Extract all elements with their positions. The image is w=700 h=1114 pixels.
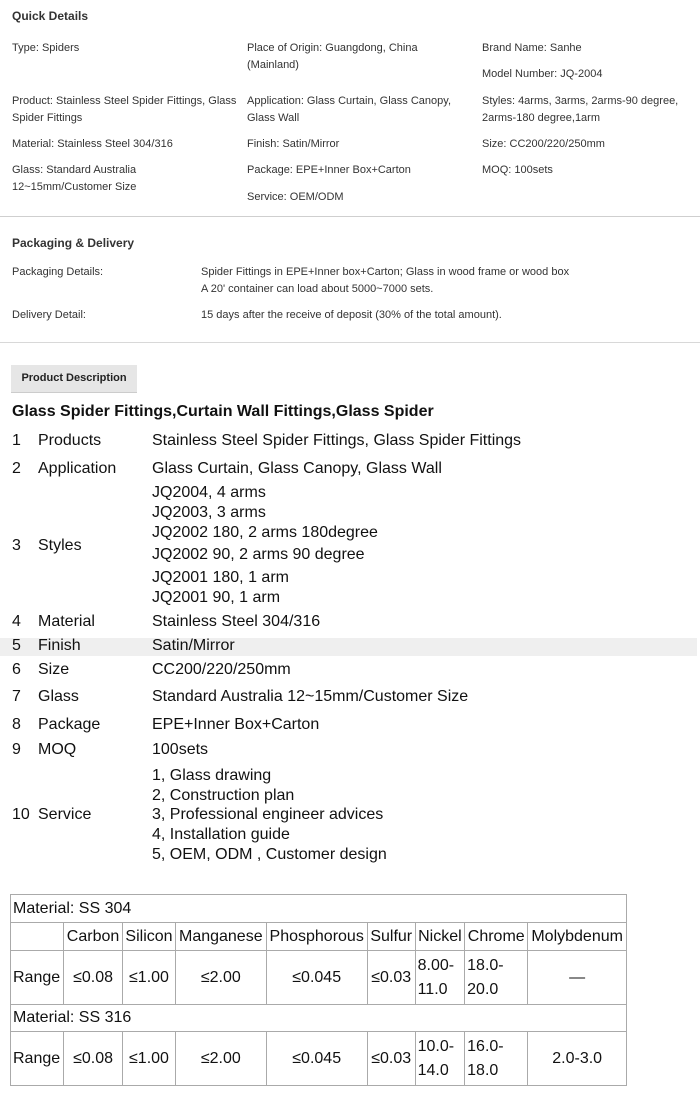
table-cell: ≤0.08 — [63, 1031, 123, 1086]
spec-num: 2 — [12, 460, 21, 477]
spec-value-products: Stainless Steel Spider Fittings, Glass S… — [152, 432, 522, 449]
packaging-title: Packaging & Delivery — [12, 236, 135, 250]
spec-value-moq: 100sets — [152, 741, 209, 758]
delivery-detail-value: 15 days after the receive of deposit (30… — [201, 309, 502, 321]
table-cell: ≤0.03 — [366, 950, 416, 1005]
table-cell: 8.00- 11.0 — [414, 950, 466, 1005]
spec-key-application: Application — [38, 460, 117, 477]
spec-num: 4 — [12, 613, 21, 630]
divider — [0, 216, 700, 217]
spec-value-finish: Satin/Mirror — [152, 637, 235, 654]
table-row: Range ≤0.08 ≤1.00 ≤2.00 ≤0.045 ≤0.03 8.0… — [9, 950, 627, 1005]
packaging-details-line1: Spider Fittings in EPE+Inner box+Carton;… — [201, 266, 570, 278]
packaging-details-line2: A 20' container can load about 5000~7000… — [201, 283, 434, 295]
quick-details-title: Quick Details — [12, 9, 89, 23]
description-title: Glass Spider Fittings,Curtain Wall Fitti… — [12, 403, 434, 420]
spec-value-glass: Standard Australia 12~15mm/Customer Size — [152, 688, 469, 705]
qd-finish: Finish: Satin/Mirror — [247, 138, 340, 150]
table-material-header: Material: SS 304 — [10, 894, 627, 923]
spec-num: 8 — [12, 716, 21, 733]
spec-value-styles: JQ2001 90, 1 arm — [152, 589, 281, 606]
table-cell: 2.0-3.0 — [527, 1031, 627, 1086]
spec-key-moq: MOQ — [38, 741, 77, 758]
table-cell: ≤1.00 — [121, 950, 177, 1005]
table-header-cell: Sulfur — [366, 922, 416, 951]
table-cell: ≤0.08 — [63, 950, 123, 1005]
qd-application: Application: Glass Curtain, Glass Canopy… — [247, 95, 451, 124]
table-material-header: Material: SS 316 — [10, 1004, 627, 1032]
spec-num: 3 — [12, 537, 21, 554]
qd-size: Size: CC200/220/250mm — [482, 138, 605, 150]
spec-key-glass: Glass — [38, 688, 79, 705]
spec-value-material: Stainless Steel 304/316 — [152, 613, 321, 630]
spec-num: 9 — [12, 741, 21, 758]
table-cell: ≤2.00 — [175, 950, 267, 1005]
table-cell: 16.0- 18.0 — [464, 1031, 529, 1086]
spec-key-finish: Finish — [38, 637, 81, 654]
table-cell: ≤1.00 — [121, 1031, 177, 1086]
table-row: Range ≤0.08 ≤1.00 ≤2.00 ≤0.045 ≤0.03 10.… — [9, 1031, 627, 1086]
qd-model: Model Number: JQ-2004 — [482, 68, 603, 80]
qd-styles: Styles: 4arms, 3arms, 2arms-90 degree, 2… — [482, 95, 679, 124]
packaging-details-label: Packaging Details: — [12, 266, 104, 278]
spec-key-material: Material — [38, 613, 95, 630]
spec-num: 7 — [12, 688, 21, 705]
spec-key-products: Products — [38, 432, 102, 449]
table-header-cell: Carbon — [63, 922, 123, 951]
qd-product: Product: Stainless Steel Spider Fittings… — [12, 95, 237, 124]
table-cell: ≤0.045 — [265, 1031, 368, 1086]
table-corner-cell — [9, 922, 65, 951]
spec-value-service: 4, Installation guide — [152, 826, 290, 843]
qd-package: Package: EPE+Inner Box+Carton — [247, 164, 411, 176]
table-cell: ≤0.03 — [366, 1031, 416, 1086]
spec-key-package: Package — [38, 716, 101, 733]
spec-key-styles: Styles — [38, 537, 82, 554]
table-row-label: Range — [9, 1031, 65, 1086]
spec-num: 6 — [12, 661, 21, 678]
spec-value-service: 5, OEM, ODM , Customer design — [152, 846, 387, 863]
tab-bar — [0, 342, 700, 365]
qd-origin: Place of Origin: Guangdong, China (Mainl… — [247, 42, 418, 71]
spec-key-size: Size — [38, 661, 70, 678]
qd-glass: Glass: Standard Australia 12~15mm/Custom… — [12, 164, 137, 193]
table-header-cell: Phosphorous — [265, 922, 368, 951]
spec-num: 1 — [12, 432, 21, 449]
spec-value-service: 1, Glass drawing — [152, 767, 272, 784]
spec-value-application: Glass Curtain, Glass Canopy, Glass Wall — [152, 460, 442, 477]
qd-material: Material: Stainless Steel 304/316 — [12, 138, 173, 150]
table-cell: 10.0- 14.0 — [414, 1031, 466, 1086]
table-header-cell: Nickel — [414, 922, 466, 951]
table-header-cell: Chrome — [464, 922, 529, 951]
spec-num: 10 — [12, 806, 30, 823]
table-row-label: Range — [9, 950, 65, 1005]
table-header-cell: Molybdenum — [527, 922, 627, 951]
spec-value-package: EPE+Inner Box+Carton — [152, 716, 320, 733]
qd-moq: MOQ: 100sets — [482, 164, 553, 176]
delivery-detail-label: Delivery Detail: — [12, 309, 86, 321]
spec-value-styles: JQ2002 180, 2 arms 180degree — [152, 524, 378, 541]
spec-value-styles: JQ2004, 4 arms — [152, 484, 266, 501]
table-cell: ≤0.045 — [265, 950, 368, 1005]
tab-product-description[interactable]: Product Description — [11, 365, 137, 393]
spec-value-styles: JQ2002 90, 2 arms 90 degree — [152, 546, 365, 563]
chem-composition-table: Material: SS 304 Carbon Silicon Manganes… — [9, 894, 627, 1086]
spec-value-styles: JQ2001 180, 1 arm — [152, 569, 289, 586]
table-header-cell: Silicon — [121, 922, 177, 951]
table-header-cell: Manganese — [175, 922, 267, 951]
spec-value-styles: JQ2003, 3 arms — [152, 504, 266, 521]
qd-type: Type: Spiders — [12, 42, 80, 54]
table-cell: ≤2.00 — [175, 1031, 267, 1086]
spec-value-service: 2, Construction plan — [152, 787, 295, 804]
spec-num: 5 — [12, 637, 21, 654]
qd-brand: Brand Name: Sanhe — [482, 42, 582, 54]
row-highlight — [0, 638, 697, 656]
qd-service: Service: OEM/ODM — [247, 191, 344, 203]
spec-key-service: Service — [38, 806, 92, 823]
table-cell: — — [527, 950, 627, 1005]
spec-value-service: 3, Professional engineer advices — [152, 806, 384, 823]
table-cell: 18.0- 20.0 — [464, 950, 529, 1005]
spec-value-size: CC200/220/250mm — [152, 661, 291, 678]
